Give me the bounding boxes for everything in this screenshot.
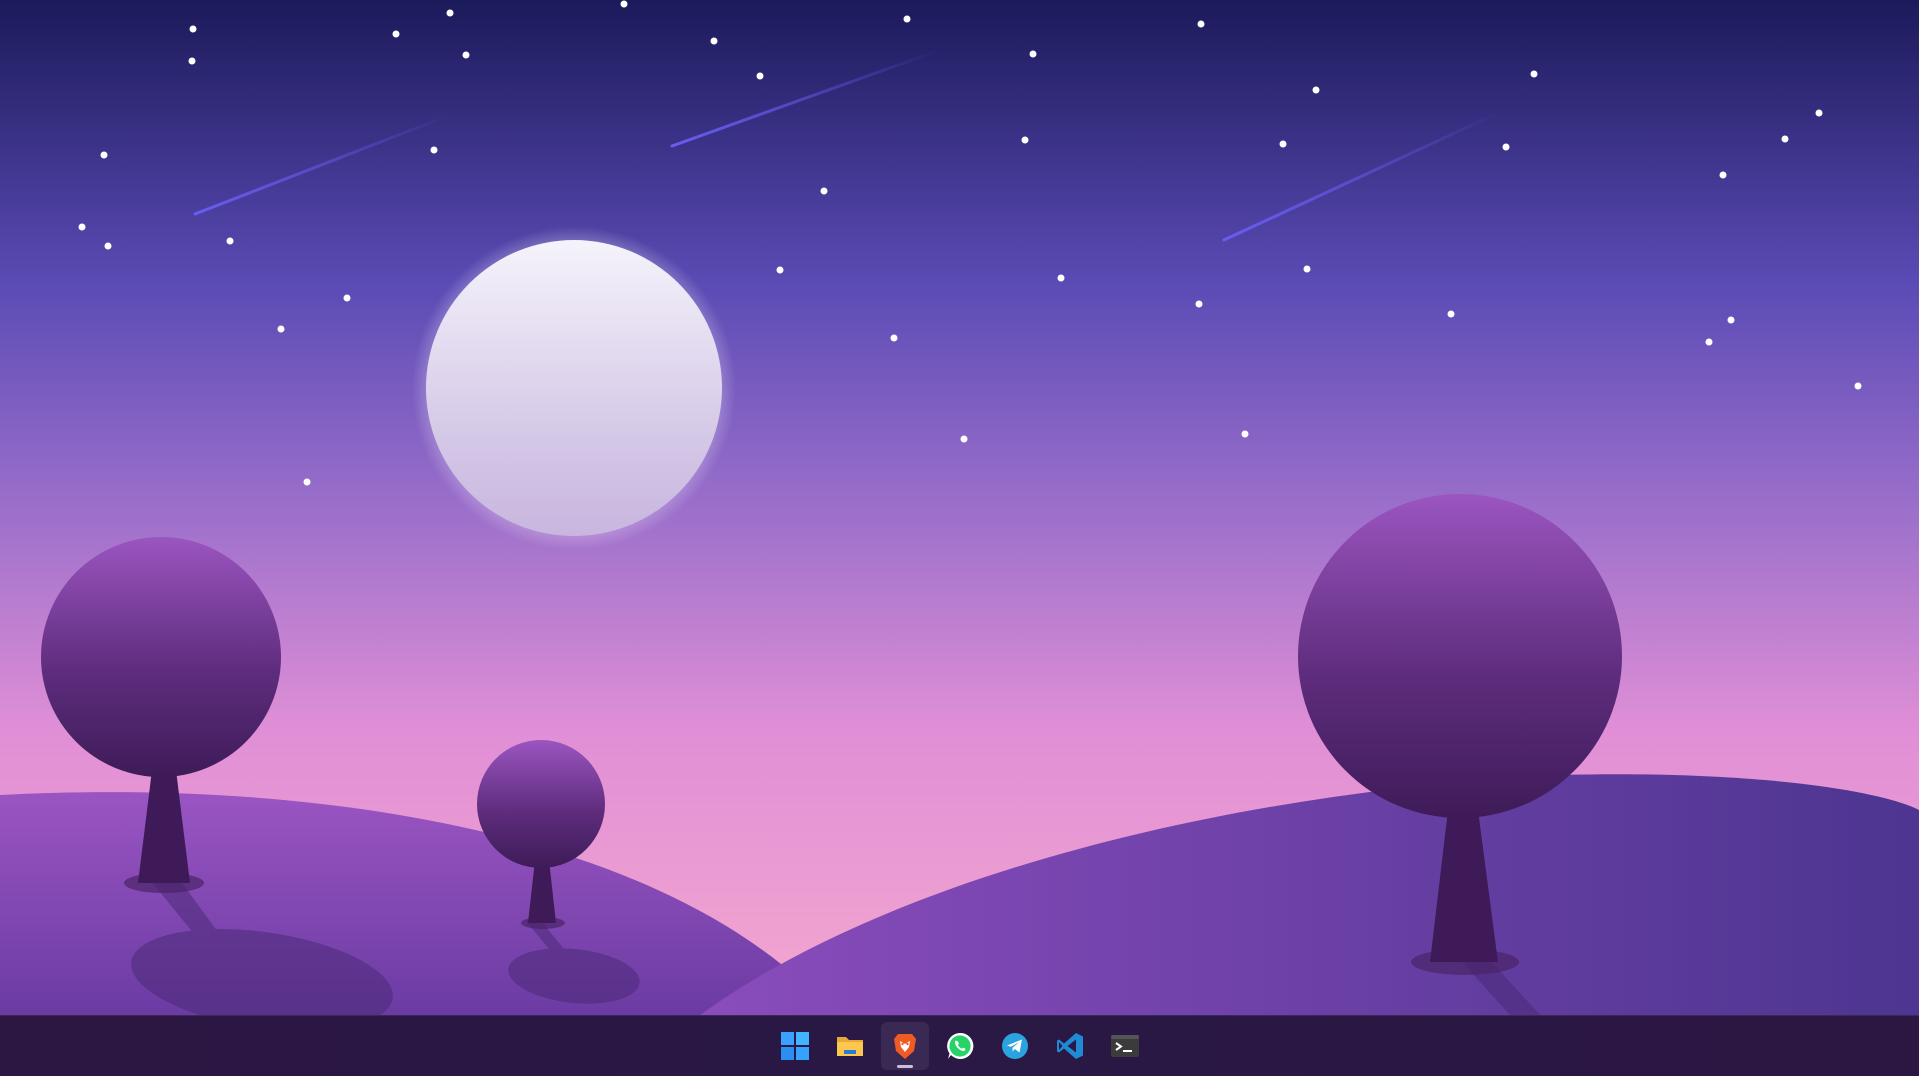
start-button[interactable] [771,1022,819,1070]
terminal-icon [1110,1031,1140,1061]
whatsapp-button[interactable] [936,1022,984,1070]
moon [412,226,736,550]
desktop-wallpaper [0,0,1919,1015]
windows-start-icon [780,1031,810,1061]
terminal-button[interactable] [1101,1022,1149,1070]
vscode-icon [1055,1031,1085,1061]
taskbar [0,1015,1919,1076]
whatsapp-icon [945,1031,975,1061]
telegram-button[interactable] [991,1022,1039,1070]
vscode-button[interactable] [1046,1022,1094,1070]
folder-icon [835,1031,865,1061]
brave-browser-icon [890,1031,920,1061]
telegram-icon [1000,1031,1030,1061]
brave-browser-button[interactable] [880,1022,929,1070]
file-explorer-button[interactable] [826,1022,874,1070]
running-indicator [896,1065,913,1068]
